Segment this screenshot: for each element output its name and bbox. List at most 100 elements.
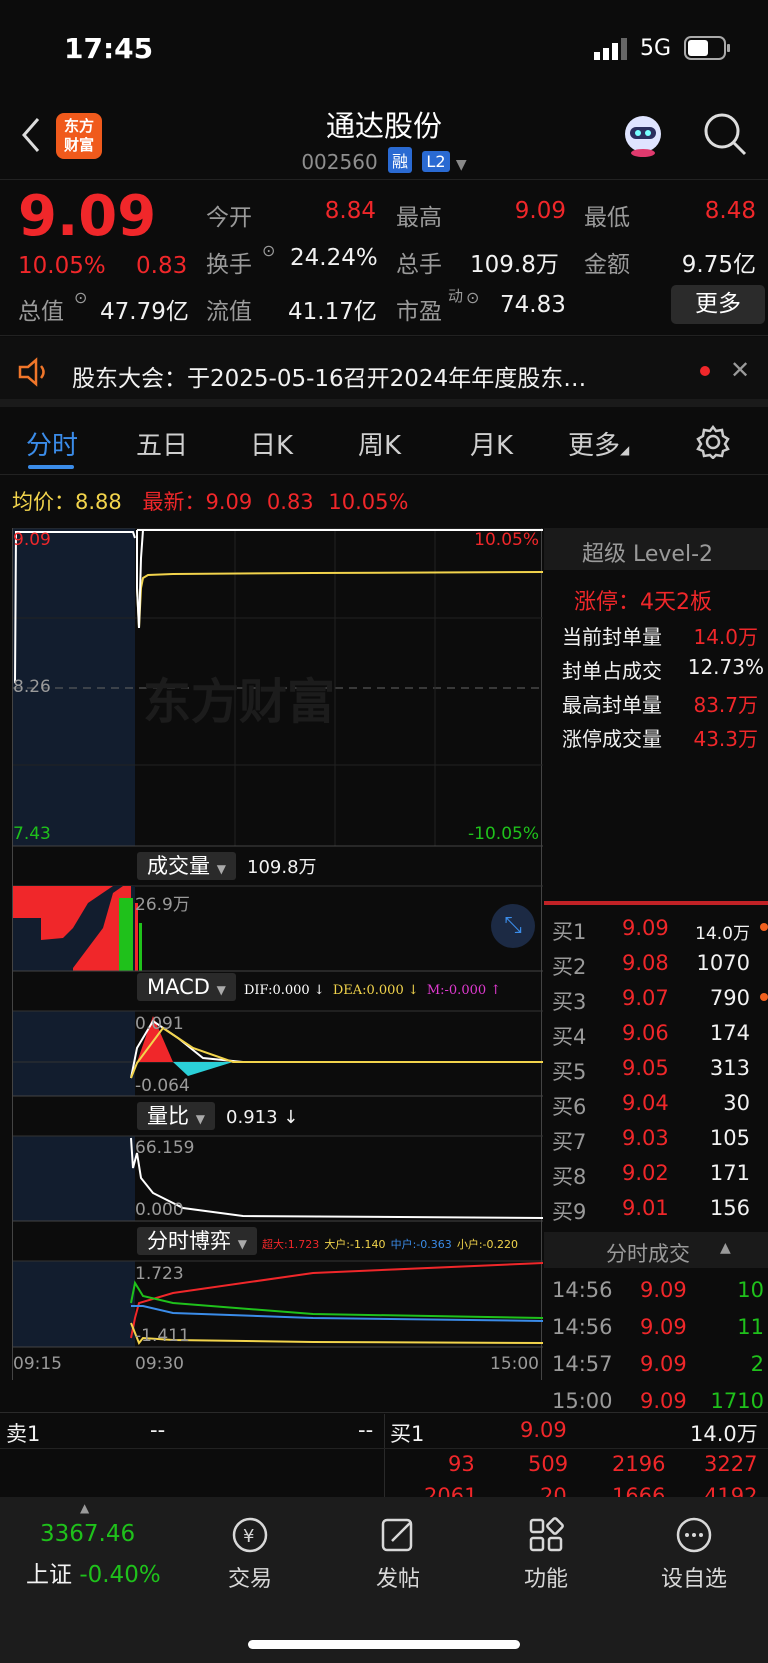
game-header: 分时博弈 ▼ 超大:1.723 大户:-1.140 中户:-0.363 小户:-… [137,1225,518,1255]
sell1-label: 卖1 [6,1422,41,1446]
bottom-orderbook: 卖1 -- -- 买1 9.09 14.0万 93 509 2196 3227 … [0,1414,768,1498]
notice-text: 股东大会：于2025-05-16召开2024年年度股东… [72,366,587,392]
tick-volume: 2 [750,1352,764,1376]
search-icon[interactable] [702,111,748,157]
index-pct: -0.40% [79,1562,161,1588]
low-value: 8.48 [704,198,756,224]
tab-five-day[interactable]: 五日 [136,425,188,462]
level2-row-value: 14.0万 [693,625,758,649]
intraday-chart[interactable]: 东方财富 9.09 10.05% 8.26 7.43 -10.05% 成交量 ▼… [12,528,543,1380]
level2-row: 涨停成交量 43.3万 [562,723,768,752]
watermark: 东方财富 [143,674,335,730]
nav-functions-label: 功能 [523,1567,568,1592]
signal-icon [594,38,627,60]
macd-indicator-selector[interactable]: MACD ▼ [137,973,236,1001]
axis-bottom-pct: -10.05% [468,824,539,844]
dea-value: DEA:0.000 ↓ [332,983,419,998]
ob-price: 9.07 [622,986,669,1010]
game-indicator-selector[interactable]: 分时博弈 ▼ [137,1227,257,1255]
index-line: 上证 -0.40% [26,1555,161,1589]
vol-bar-green [139,923,142,971]
latest-label: 最新： [142,490,206,514]
level2-row-label: 最高封单量 [562,693,662,717]
home-indicator[interactable] [248,1640,520,1649]
tick-volume: 10 [737,1278,764,1302]
bo-preopen-shade [13,1261,135,1347]
macd-bottom-label: -0.064 [135,1076,190,1096]
ticks-header[interactable]: 分时成交 ▲ [544,1232,768,1268]
orderbook-row[interactable]: 买2 9.08 1070 [552,951,768,987]
level2-title-bar[interactable]: 超级 Level-2 [544,528,768,570]
buy1-label: 买1 [390,1422,425,1446]
info-icon[interactable]: ⊙ [262,241,275,260]
settings-gear-icon[interactable] [696,425,730,459]
network-label: 5G [640,36,672,61]
nav-trade[interactable]: ¥ 交易 [180,1515,320,1593]
tab-more[interactable]: 更多◢ [568,425,629,462]
index-ticker[interactable]: ▲ 3367.46 上证 -0.40% [0,1497,178,1607]
axis-bottom-price: 7.43 [13,824,51,844]
more-button[interactable]: 更多 [671,285,765,324]
tab-intraday[interactable]: 分时 [26,425,78,462]
ob-volume: 105 [709,1126,750,1150]
macd-dropdown-icon: ▼ [216,983,226,997]
ob-label: 买9 [552,1200,587,1224]
axis-top-pct: 10.05% [474,530,539,550]
pe-label: 市盈 [396,299,442,325]
orderbook-row[interactable]: 买7 9.03 105 [552,1126,768,1162]
tick-volume: 11 [737,1315,764,1339]
volume-total: 109.8万 [247,857,317,878]
amount-label: 金额 [584,252,630,278]
nav-watchlist[interactable]: 设自选 [624,1515,764,1593]
pe-info-icon[interactable]: ⊙ [466,288,479,307]
expand-icon[interactable]: ⤡ [491,904,535,948]
queue-value: 20 [540,1484,567,1498]
ob-price: 9.05 [622,1056,669,1080]
tab-weekly-k[interactable]: 周K [358,425,401,462]
qb-indicator-selector[interactable]: 量比 ▼ [137,1102,215,1130]
nav-post[interactable]: 发帖 [328,1515,468,1593]
close-icon[interactable]: ✕ [730,356,750,384]
bottom-nav: ▲ 3367.46 上证 -0.40% ¥ 交易 发帖 功能 设自选 [0,1497,768,1663]
level2-row: 最高封单量 83.7万 [562,689,768,718]
quote-panel: 9.09 10.05% 0.83 今开 8.84 最高 9.09 最低 8.48… [0,181,768,336]
orderbook-row[interactable]: 买6 9.04 30 [552,1091,768,1127]
ob-label: 买2 [552,955,587,979]
level2-badge: L2 [422,151,450,172]
volume-tag: 成交量 [147,854,210,878]
tick-row: 14:56 9.09 11 [552,1315,768,1352]
nav-functions[interactable]: 功能 [476,1515,616,1593]
tab-monthly-k[interactable]: 月K [470,425,513,462]
ob-volume: 790 [709,986,750,1010]
tab-daily-k[interactable]: 日K [250,425,293,462]
volume-value: 109.8万 [470,252,559,278]
ob-indicator-dot [760,993,768,1001]
mktcap-info-icon[interactable]: ⊙ [74,288,87,307]
volume-header: 成交量 ▼ 109.8万 [137,850,317,880]
price-summary: 均价：8.88 最新：9.09 0.83 10.05% [12,486,408,516]
change-pct: 10.05% [18,253,106,279]
game-tag: 分时博弈 [147,1229,231,1253]
notice-bar[interactable]: 股东大会：于2025-05-16召开2024年年度股东… ✕ [0,337,768,407]
orderbook-row[interactable]: 买8 9.02 171 [552,1161,768,1197]
low-label: 最低 [584,205,630,231]
high-value: 9.09 [514,198,566,224]
dropdown-icon[interactable]: ▼ [456,157,467,173]
amount-value: 9.75亿 [681,252,756,278]
level2-row-label: 封单占成交 [562,659,662,683]
svg-text:¥: ¥ [243,1526,254,1547]
orderbook-row[interactable]: 买1 9.09 14.0万 [552,916,768,952]
ob-volume: 313 [709,1056,750,1080]
macd-tag: MACD [147,975,210,999]
tick-time: 14:57 [552,1352,613,1376]
orderbook-row[interactable]: 买5 9.05 313 [552,1056,768,1092]
volume-indicator-selector[interactable]: 成交量 ▼ [137,852,236,880]
orderbook-row[interactable]: 买9 9.01 156 [552,1196,768,1232]
turnover-label: 换手 [206,252,252,278]
pe-sup: 动 [448,287,464,305]
robot-assistant-icon[interactable] [618,109,668,159]
ob-label: 买7 [552,1130,587,1154]
orderbook-row[interactable]: 买3 9.07 790 [552,986,768,1022]
orderbook-row[interactable]: 买4 9.06 174 [552,1021,768,1057]
latest-change: 0.83 [266,490,314,514]
